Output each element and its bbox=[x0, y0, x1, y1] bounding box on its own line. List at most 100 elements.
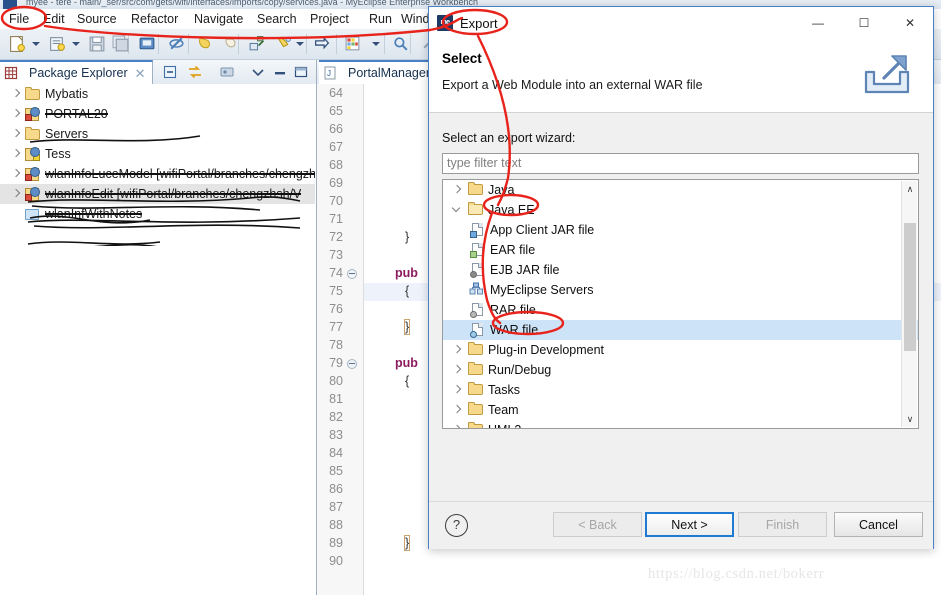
open-perspective-icon[interactable] bbox=[344, 35, 362, 53]
wizard-tree-item[interactable]: EAR file bbox=[443, 240, 918, 260]
chevron-right-icon[interactable] bbox=[451, 364, 463, 376]
minimize-button[interactable]: — bbox=[795, 7, 841, 38]
menu-file[interactable]: File bbox=[8, 11, 30, 27]
perspective-dropdown-icon[interactable] bbox=[372, 42, 380, 46]
run-icon[interactable] bbox=[275, 35, 293, 53]
dialog-description: Export a Web Module into an external WAR… bbox=[442, 78, 703, 92]
tree-item[interactable]: Tess bbox=[0, 144, 315, 164]
tree-item[interactable]: Servers bbox=[0, 124, 315, 144]
link-with-editor-icon[interactable] bbox=[187, 64, 203, 80]
line-number: 75 bbox=[329, 284, 343, 298]
wizard-tree-scrollbar[interactable]: ∧ ∨ bbox=[901, 181, 917, 427]
save-all-icon[interactable] bbox=[112, 35, 130, 53]
next-button[interactable]: Next > bbox=[645, 512, 734, 537]
chevron-right-icon[interactable] bbox=[451, 404, 463, 416]
wizard-tree-item[interactable]: Java bbox=[443, 180, 918, 200]
scroll-up-icon[interactable]: ∧ bbox=[902, 181, 918, 197]
new-wizard-dropdown-icon[interactable] bbox=[72, 42, 80, 46]
maximize-view-icon[interactable] bbox=[293, 64, 309, 80]
line-number: 87 bbox=[329, 500, 343, 514]
tab-portalmanager[interactable]: J PortalManager bbox=[319, 60, 438, 84]
view-menu-icon[interactable] bbox=[250, 64, 266, 80]
debug-icon[interactable] bbox=[248, 35, 266, 53]
wizard-tree-item[interactable]: EJB JAR file bbox=[443, 260, 918, 280]
fold-collapse-icon[interactable] bbox=[347, 269, 357, 279]
tree-item[interactable]: PORTAL20 bbox=[0, 104, 315, 124]
rar-file-icon bbox=[469, 302, 487, 318]
export-wizard-tree[interactable]: Java Java EE App Client JAR file EAR file EJ… bbox=[442, 179, 919, 429]
dialog-header: Select Export a Web Module into an exter… bbox=[429, 39, 933, 113]
chevron-right-icon[interactable] bbox=[10, 188, 22, 200]
menu-run[interactable]: Run bbox=[368, 11, 393, 27]
external-tools-icon[interactable] bbox=[222, 35, 240, 53]
maximize-button[interactable]: ☐ bbox=[841, 7, 887, 38]
focus-on-active-task-icon[interactable] bbox=[219, 64, 235, 80]
wizard-tree-item-label: MyEclipse Servers bbox=[490, 283, 594, 297]
chevron-right-icon[interactable] bbox=[451, 184, 463, 196]
export-dialog[interactable]: me Export — ☐ ✕ Select Export a Web Modu… bbox=[428, 6, 934, 549]
tree-item[interactable]: wlanInfoEdit [wifiPortal/branches/chengz… bbox=[0, 184, 315, 204]
folder-icon bbox=[467, 402, 485, 418]
wizard-tree-item[interactable]: Run/Debug bbox=[443, 360, 918, 380]
scrollbar-thumb[interactable] bbox=[904, 223, 916, 351]
menu-search[interactable]: Search bbox=[256, 11, 298, 27]
chevron-down-icon[interactable] bbox=[451, 204, 463, 216]
wizard-tree-item[interactable]: Team bbox=[443, 400, 918, 420]
new-wizard-icon[interactable] bbox=[48, 35, 66, 53]
scroll-down-icon[interactable]: ∨ bbox=[902, 411, 918, 427]
tree-item[interactable]: wlanInfoLuceModel [wifiPortal/branches/c… bbox=[0, 164, 315, 184]
new-file-icon[interactable] bbox=[8, 35, 26, 53]
dialog-heading: Select bbox=[442, 51, 482, 66]
run-last-tool-icon[interactable] bbox=[196, 35, 214, 53]
chevron-right-icon[interactable] bbox=[451, 344, 463, 356]
line-number: 88 bbox=[329, 518, 343, 532]
toolbar-separator bbox=[188, 34, 189, 54]
run-dropdown-icon[interactable] bbox=[296, 42, 304, 46]
chevron-right-icon[interactable] bbox=[10, 128, 22, 140]
chevron-right-icon[interactable] bbox=[10, 108, 22, 120]
package-explorer-tree[interactable]: Mybatis PORTAL20 Servers Tess wlanInfoLuceMo… bbox=[0, 84, 315, 595]
line-number: 78 bbox=[329, 338, 343, 352]
back-button[interactable]: < Back bbox=[553, 512, 642, 537]
save-icon[interactable] bbox=[88, 35, 106, 53]
toolbar-separator bbox=[158, 34, 159, 54]
menu-refactor[interactable]: Refactor bbox=[130, 11, 179, 27]
tree-item[interactable]: Mybatis bbox=[0, 84, 315, 104]
fold-collapse-icon[interactable] bbox=[347, 359, 357, 369]
wizard-tree-item[interactable]: Tasks bbox=[443, 380, 918, 400]
cancel-button[interactable]: Cancel bbox=[834, 512, 923, 537]
tree-item-label: Servers bbox=[45, 127, 89, 141]
filter-input[interactable]: type filter text bbox=[442, 153, 919, 174]
close-icon[interactable]: ✕ bbox=[135, 67, 146, 80]
chevron-right-icon[interactable] bbox=[451, 384, 463, 396]
wizard-tree-item[interactable]: Java EE bbox=[443, 200, 918, 220]
chevron-right-icon[interactable] bbox=[10, 88, 22, 100]
wizard-tree-item[interactable]: MyEclipse Servers bbox=[443, 280, 918, 300]
search-icon[interactable] bbox=[392, 35, 410, 53]
close-button[interactable]: ✕ bbox=[887, 7, 933, 38]
finish-button[interactable]: Finish bbox=[738, 512, 827, 537]
menu-navigate[interactable]: Navigate bbox=[193, 11, 244, 27]
code-token: } bbox=[403, 535, 411, 551]
chevron-right-icon[interactable] bbox=[451, 424, 463, 428]
chevron-right-icon[interactable] bbox=[10, 168, 22, 180]
next-annotation-icon[interactable] bbox=[313, 35, 331, 53]
tab-package-explorer[interactable]: Package Explorer ✕ bbox=[0, 60, 153, 84]
menu-edit[interactable]: Edit bbox=[42, 11, 66, 27]
wizard-tree-item[interactable]: Plug-in Development bbox=[443, 340, 918, 360]
wizard-tree-item[interactable]: UML2 bbox=[443, 420, 918, 428]
new-file-dropdown-icon[interactable] bbox=[32, 42, 40, 46]
help-button[interactable]: ? bbox=[445, 514, 468, 537]
minimize-view-icon[interactable] bbox=[272, 64, 288, 80]
wizard-tree-item[interactable]: App Client JAR file bbox=[443, 220, 918, 240]
print-icon[interactable] bbox=[138, 35, 156, 53]
chevron-right-icon[interactable] bbox=[10, 148, 22, 160]
toggle-mark-occurrences-icon[interactable] bbox=[168, 35, 186, 53]
tree-item[interactable]: wlanInfWithNotes bbox=[0, 204, 315, 224]
menu-wind[interactable]: Wind bbox=[400, 11, 430, 27]
collapse-all-icon[interactable] bbox=[162, 64, 178, 80]
wizard-tree-item[interactable]: RAR file bbox=[443, 300, 918, 320]
menu-source[interactable]: Source bbox=[76, 11, 118, 27]
menu-project[interactable]: Project bbox=[309, 11, 350, 27]
wizard-tree-item[interactable]: WAR file bbox=[443, 320, 918, 340]
